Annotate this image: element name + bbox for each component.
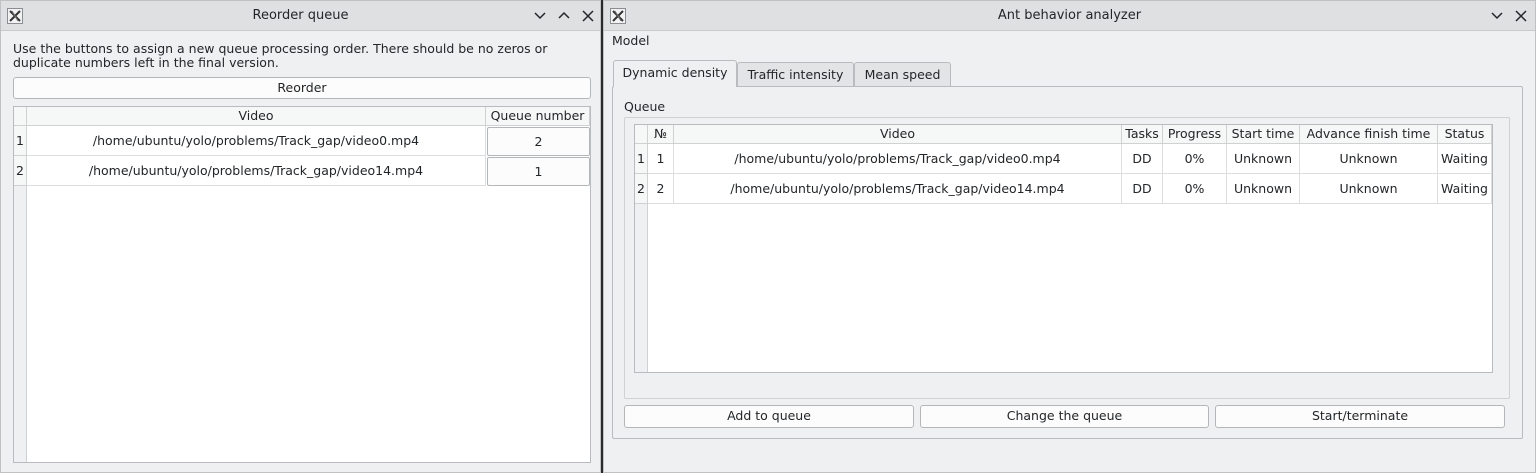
row-header[interactable]: 1 bbox=[635, 144, 648, 174]
column-header-queue-number[interactable]: Queue number bbox=[486, 107, 590, 126]
row-header[interactable]: 1 bbox=[14, 126, 27, 156]
chevron-down-icon[interactable] bbox=[530, 6, 550, 26]
number-cell[interactable]: 2 bbox=[648, 174, 674, 204]
tasks-cell[interactable]: DD bbox=[1122, 174, 1163, 204]
row-header[interactable]: 2 bbox=[14, 156, 27, 186]
column-header-status[interactable]: Status bbox=[1438, 125, 1492, 144]
video-cell[interactable]: /home/ubuntu/yolo/problems/Track_gap/vid… bbox=[27, 156, 486, 186]
column-header-progress[interactable]: Progress bbox=[1163, 125, 1227, 144]
reorder-queue-window: Reorder queue Use the buttons to assign … bbox=[0, 0, 601, 473]
menu-model[interactable]: Model bbox=[612, 33, 650, 48]
finish-time-cell[interactable]: Unknown bbox=[1300, 174, 1438, 204]
number-cell[interactable]: 1 bbox=[648, 144, 674, 174]
title-bar[interactable]: Reorder queue bbox=[1, 1, 600, 31]
window-title: Reorder queue bbox=[252, 8, 349, 23]
column-header-video[interactable]: Video bbox=[674, 125, 1122, 144]
tasks-cell[interactable]: DD bbox=[1122, 144, 1163, 174]
chevron-up-icon[interactable] bbox=[554, 6, 574, 26]
ant-behavior-analyzer-window: Ant behavior analyzer Model Dynamic dens… bbox=[603, 0, 1536, 473]
column-header-number[interactable]: № bbox=[648, 125, 674, 144]
instructions-text: Use the buttons to assign a new queue pr… bbox=[13, 41, 548, 70]
corner-button[interactable] bbox=[14, 107, 27, 126]
column-header-advance-finish-time[interactable]: Advance finish time bbox=[1300, 125, 1438, 144]
row-header[interactable]: 2 bbox=[635, 174, 648, 204]
progress-cell[interactable]: 0% bbox=[1163, 174, 1227, 204]
status-cell[interactable]: Waiting bbox=[1438, 174, 1492, 204]
title-bar[interactable]: Ant behavior analyzer bbox=[604, 1, 1535, 31]
column-header-tasks[interactable]: Tasks bbox=[1122, 125, 1163, 144]
change-queue-button[interactable]: Change the queue bbox=[920, 405, 1209, 428]
queue-number-spinbox[interactable]: 1 bbox=[487, 157, 590, 186]
video-cell[interactable]: /home/ubuntu/yolo/problems/Track_gap/vid… bbox=[674, 174, 1122, 204]
tab-mean-speed[interactable]: Mean speed bbox=[854, 62, 951, 86]
video-cell[interactable]: /home/ubuntu/yolo/problems/Track_gap/vid… bbox=[674, 144, 1122, 174]
reorder-button[interactable]: Reorder bbox=[13, 77, 591, 99]
menu-bar: Model bbox=[612, 33, 650, 48]
start-terminate-button[interactable]: Start/terminate bbox=[1215, 405, 1505, 428]
add-to-queue-button[interactable]: Add to queue bbox=[624, 405, 914, 428]
start-time-cell[interactable]: Unknown bbox=[1227, 144, 1300, 174]
status-cell[interactable]: Waiting bbox=[1438, 144, 1492, 174]
queue-group: № Video Tasks Progress Start time Advanc… bbox=[624, 117, 1510, 399]
window-title: Ant behavior analyzer bbox=[997, 8, 1142, 23]
chevron-down-icon[interactable] bbox=[1487, 6, 1507, 26]
tab-dynamic-density[interactable]: Dynamic density bbox=[613, 60, 737, 87]
tab-panel-dynamic-density: Queue № Video Tasks Progress Start time … bbox=[612, 86, 1523, 439]
corner-button[interactable] bbox=[635, 125, 648, 144]
queue-number-spinbox[interactable]: 2 bbox=[487, 127, 590, 156]
queue-label: Queue bbox=[624, 99, 666, 114]
finish-time-cell[interactable]: Unknown bbox=[1300, 144, 1438, 174]
reorder-table[interactable]: Video Queue number 1 /home/ubuntu/yolo/p… bbox=[13, 106, 591, 463]
column-header-start-time[interactable]: Start time bbox=[1227, 125, 1300, 144]
video-cell[interactable]: /home/ubuntu/yolo/problems/Track_gap/vid… bbox=[27, 126, 486, 156]
close-icon[interactable] bbox=[1511, 6, 1531, 26]
start-time-cell[interactable]: Unknown bbox=[1227, 174, 1300, 204]
progress-cell[interactable]: 0% bbox=[1163, 144, 1227, 174]
close-icon[interactable] bbox=[578, 6, 598, 26]
tab-traffic-intensity[interactable]: Traffic intensity bbox=[737, 62, 854, 86]
queue-table[interactable]: № Video Tasks Progress Start time Advanc… bbox=[634, 124, 1493, 373]
column-header-video[interactable]: Video bbox=[27, 107, 486, 126]
